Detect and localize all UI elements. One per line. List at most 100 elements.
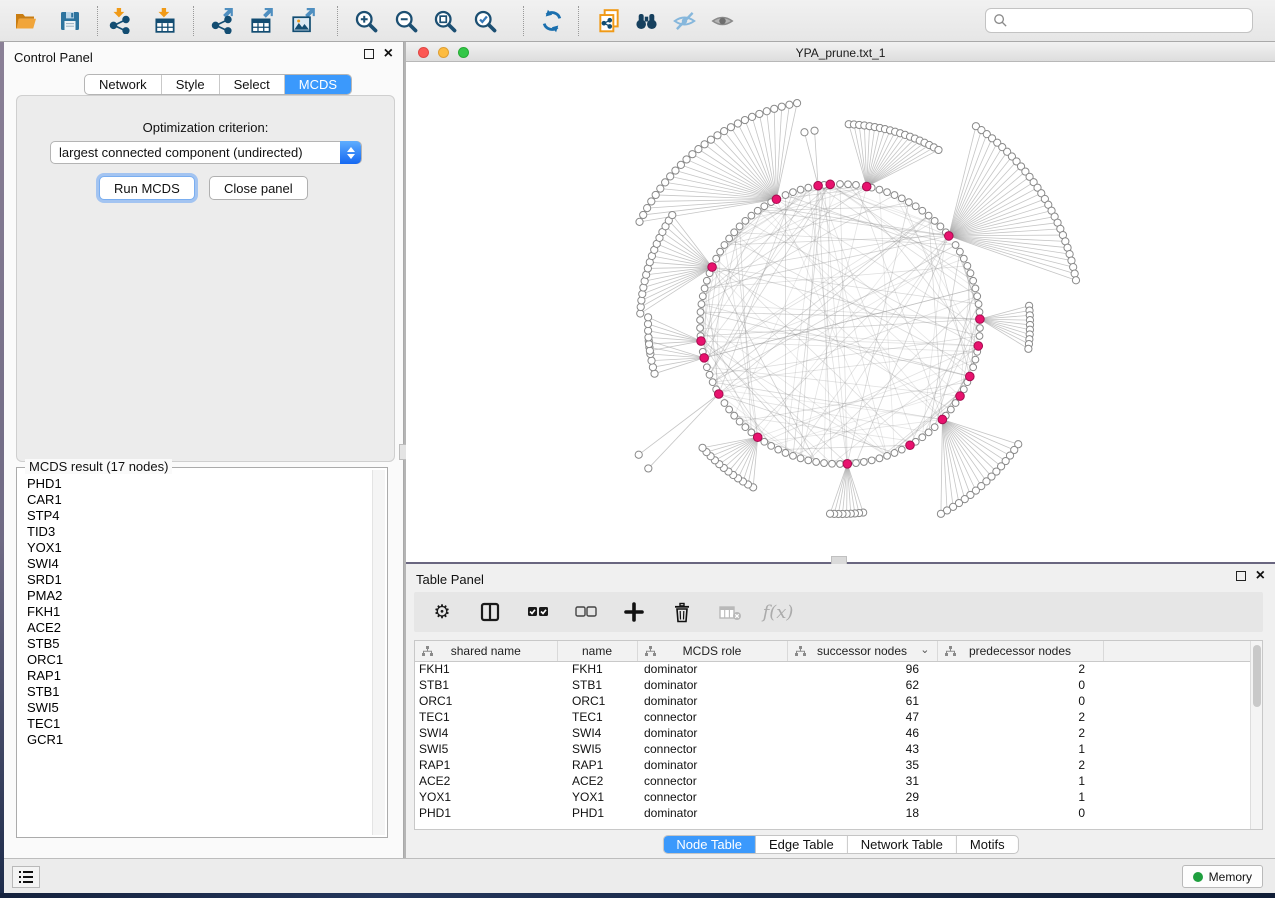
- show-columns-button[interactable]: [478, 598, 502, 626]
- export-network-button[interactable]: [204, 4, 240, 38]
- float-table-panel-icon[interactable]: [1236, 571, 1246, 581]
- mcds-result-item[interactable]: FKH1: [19, 604, 372, 620]
- zoom-out-icon: [394, 9, 419, 34]
- mcds-result-item[interactable]: SWI5: [19, 700, 372, 716]
- table-panel-header: Table Panel ×: [406, 564, 1275, 592]
- mcds-list-scrollbar[interactable]: [372, 470, 385, 835]
- table-row[interactable]: ORC1ORC1dominator610: [415, 693, 1251, 709]
- window-maximize-icon[interactable]: [458, 47, 469, 58]
- window-minimize-icon[interactable]: [438, 47, 449, 58]
- open-file-button[interactable]: [8, 4, 44, 38]
- mcds-result-item[interactable]: STP4: [19, 508, 372, 524]
- mcds-result-item[interactable]: PHD1: [19, 476, 372, 492]
- import-table-from-file-button[interactable]: [147, 4, 183, 38]
- float-panel-icon[interactable]: [364, 49, 374, 59]
- control-panel-header: Control Panel ×: [4, 42, 403, 70]
- table-row[interactable]: RAP1RAP1dominator352: [415, 757, 1251, 773]
- refresh-icon: [539, 8, 565, 34]
- memory-button[interactable]: Memory: [1182, 865, 1263, 888]
- mcds-result-item[interactable]: SRD1: [19, 572, 372, 588]
- mcds-result-item[interactable]: TEC1: [19, 716, 372, 732]
- search-input[interactable]: [1008, 11, 1252, 31]
- network-canvas[interactable]: [406, 62, 1275, 561]
- table-panel: Table Panel × ⚙: [406, 564, 1275, 858]
- mcds-result-item[interactable]: TID3: [19, 524, 372, 540]
- export-image-button[interactable]: [285, 4, 321, 38]
- mcds-result-item[interactable]: SWI4: [19, 556, 372, 572]
- tab-motifs[interactable]: Motifs: [957, 836, 1018, 853]
- mcds-result-item[interactable]: STB5: [19, 636, 372, 652]
- tab-network-table[interactable]: Network Table: [848, 836, 957, 853]
- sort-chevron-icon[interactable]: ⌄: [920, 643, 929, 656]
- mcds-result-item[interactable]: ORC1: [19, 652, 372, 668]
- table-row[interactable]: FKH1FKH1dominator962: [415, 661, 1251, 677]
- mcds-result-item[interactable]: PMA2: [19, 588, 372, 604]
- column-header-MCDS-role[interactable]: MCDS role: [637, 641, 787, 661]
- table-row[interactable]: ACE2ACE2connector311: [415, 773, 1251, 789]
- table-row[interactable]: YOX1YOX1connector291: [415, 789, 1251, 805]
- delete-columns-button[interactable]: [670, 598, 694, 626]
- first-neighbors-button[interactable]: [628, 4, 664, 38]
- close-panel-icon[interactable]: ×: [384, 49, 393, 59]
- network-view-window: YPA_prune.txt_1: [406, 42, 1275, 562]
- clone-network-button[interactable]: [591, 4, 627, 38]
- zoom-in-button[interactable]: [348, 4, 384, 38]
- search-icon: [993, 13, 1008, 28]
- close-panel-button[interactable]: Close panel: [209, 176, 308, 200]
- search-field[interactable]: [985, 8, 1253, 33]
- save-session-button[interactable]: [52, 4, 88, 38]
- zoom-fit-content-button[interactable]: [427, 4, 463, 38]
- tab-edge-table[interactable]: Edge Table: [756, 836, 848, 853]
- columns-icon: [480, 602, 500, 622]
- table-row[interactable]: SWI4SWI4dominator462: [415, 725, 1251, 741]
- mcds-result-item[interactable]: CAR1: [19, 492, 372, 508]
- mcds-result-item[interactable]: STB1: [19, 684, 372, 700]
- task-list-icon: [18, 870, 34, 884]
- table-row[interactable]: SWI5SWI5connector431: [415, 741, 1251, 757]
- eye-icon: [709, 8, 736, 34]
- close-table-panel-icon[interactable]: ×: [1256, 571, 1265, 581]
- tab-network[interactable]: Network: [85, 75, 162, 94]
- column-header-shared-name[interactable]: shared name: [415, 641, 557, 661]
- unselect-all-columns-button[interactable]: [574, 598, 598, 626]
- table-scrollbar[interactable]: [1250, 641, 1262, 829]
- table-scrollbar-thumb[interactable]: [1253, 645, 1261, 707]
- table-options-gear-button[interactable]: ⚙: [430, 598, 454, 626]
- export-table-button[interactable]: [244, 4, 280, 38]
- delete-table-icon: [719, 604, 742, 621]
- run-mcds-button[interactable]: Run MCDS: [99, 176, 195, 200]
- mcds-result-item[interactable]: GCR1: [19, 732, 372, 748]
- hide-selected-button[interactable]: [666, 4, 702, 38]
- tab-node-table[interactable]: Node Table: [663, 836, 756, 853]
- optimization-criterion-select[interactable]: largest connected component (undirected): [50, 141, 362, 164]
- table-row[interactable]: TEC1TEC1connector472: [415, 709, 1251, 725]
- zoom-selected-region-button[interactable]: [467, 4, 503, 38]
- apply-preferred-layout-button[interactable]: [534, 4, 570, 38]
- unchecked-boxes-icon: [575, 605, 597, 619]
- window-close-icon[interactable]: [418, 47, 429, 58]
- desktop-wallpaper-bottom: [0, 893, 1275, 898]
- task-history-button[interactable]: [12, 866, 40, 888]
- desktop: Control Panel × Network Style Select MCD…: [0, 0, 1275, 898]
- import-network-from-file-button[interactable]: [102, 4, 138, 38]
- node-table: shared namenameMCDS rolesuccessor nodes⌄…: [414, 640, 1263, 830]
- table-row[interactable]: PHD1PHD1dominator180: [415, 805, 1251, 821]
- memory-label: Memory: [1209, 870, 1252, 884]
- tab-style[interactable]: Style: [162, 75, 220, 94]
- network-graph: [406, 62, 1275, 561]
- function-icon: f(x): [763, 602, 794, 623]
- tab-select[interactable]: Select: [220, 75, 285, 94]
- column-header-name[interactable]: name: [557, 641, 637, 661]
- column-header-successor-nodes[interactable]: successor nodes⌄: [787, 641, 937, 661]
- mcds-result-item[interactable]: RAP1: [19, 668, 372, 684]
- create-column-button[interactable]: [622, 598, 646, 626]
- column-header-predecessor-nodes[interactable]: predecessor nodes: [937, 641, 1103, 661]
- show-all-button[interactable]: [704, 4, 740, 38]
- toolbar-separator: [578, 6, 579, 36]
- mcds-result-item[interactable]: ACE2: [19, 620, 372, 636]
- tab-mcds[interactable]: MCDS: [285, 75, 351, 94]
- mcds-result-item[interactable]: YOX1: [19, 540, 372, 556]
- select-all-columns-button[interactable]: [526, 598, 550, 626]
- zoom-out-button[interactable]: [388, 4, 424, 38]
- table-row[interactable]: STB1STB1dominator620: [415, 677, 1251, 693]
